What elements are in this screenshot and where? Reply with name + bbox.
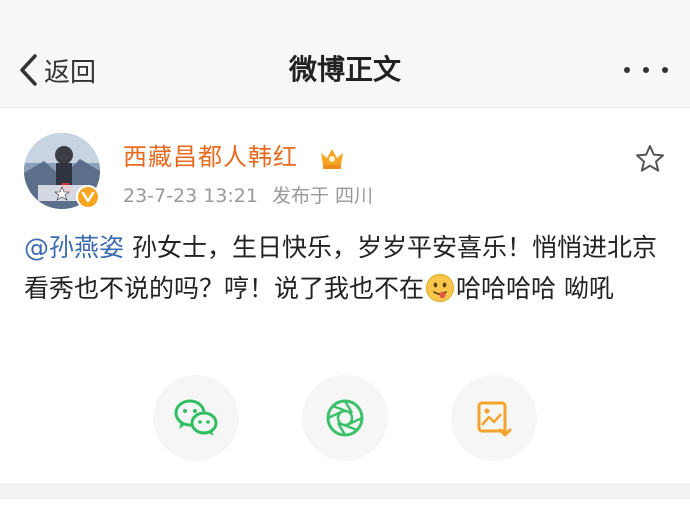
post-card: 西藏昌都人韩红 23-7-23 13:21 发布于 四川 @孙燕姿 孙女士，生日… bbox=[0, 109, 690, 521]
post-text: @孙燕姿 孙女士，生日快乐，岁岁平安喜乐！悄悄进北京看秀也不说的吗？哼！说了我也… bbox=[24, 227, 668, 309]
post-meta: 23-7-23 13:21 发布于 四川 bbox=[123, 183, 373, 209]
author-name[interactable]: 西藏昌都人韩红 bbox=[123, 141, 298, 173]
section-divider bbox=[0, 483, 690, 521]
more-dot bbox=[643, 67, 649, 73]
share-wechat-button[interactable] bbox=[153, 375, 239, 461]
page-title: 微博正文 bbox=[288, 53, 401, 86]
more-options-button[interactable] bbox=[624, 58, 668, 82]
tongue-emoji-icon bbox=[426, 274, 455, 302]
more-dot bbox=[624, 67, 630, 73]
post-source: 发布于 四川 bbox=[271, 185, 373, 207]
nav-bar: 返回 微博正文 bbox=[0, 0, 690, 108]
more-dot bbox=[662, 67, 668, 73]
member-crown-icon bbox=[321, 149, 343, 169]
verified-badge-icon bbox=[76, 185, 100, 209]
favorite-star-icon[interactable] bbox=[634, 143, 666, 175]
post-text-part2: 哈哈哈哈 呦吼 bbox=[456, 274, 614, 303]
post-time: 23-7-23 13:21 bbox=[123, 185, 258, 207]
save-image-icon bbox=[477, 401, 512, 437]
moments-icon bbox=[326, 399, 364, 437]
next-section-edge bbox=[0, 499, 690, 521]
share-moments-button[interactable] bbox=[302, 375, 388, 461]
share-row bbox=[0, 375, 690, 465]
save-image-button[interactable] bbox=[451, 375, 537, 461]
wechat-icon bbox=[174, 399, 218, 436]
mention-link[interactable]: @孙燕姿 bbox=[24, 233, 124, 262]
